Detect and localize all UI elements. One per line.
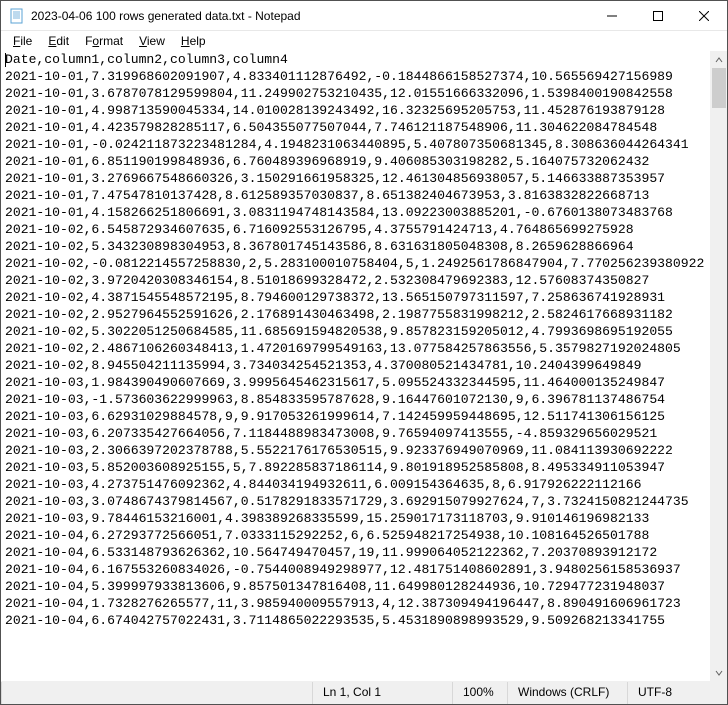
menu-view[interactable]: View: [131, 33, 173, 49]
text-line: 2021-10-01,4.158266251806691,3.083119474…: [5, 204, 706, 221]
text-line: 2021-10-04,6.674042757022431,3.711486502…: [5, 612, 706, 629]
status-zoom: 100%: [452, 682, 507, 704]
text-line: 2021-10-04,6.167553260834026,-0.75440089…: [5, 561, 706, 578]
status-position: Ln 1, Col 1: [312, 682, 452, 704]
text-line: 2021-10-03,2.3066397202378788,5.55221761…: [5, 442, 706, 459]
text-line: 2021-10-02,6.545872934607635,6.716092553…: [5, 221, 706, 238]
chevron-down-icon: [715, 669, 723, 677]
text-line: 2021-10-03,6.207335427664056,7.118448898…: [5, 425, 706, 442]
minimize-icon: [607, 11, 617, 21]
scroll-thumb[interactable]: [712, 68, 726, 108]
window-title: 2023-04-06 100 rows generated data.txt -…: [31, 9, 301, 23]
statusbar: Ln 1, Col 1 100% Windows (CRLF) UTF-8: [1, 681, 727, 704]
text-editor[interactable]: Date,column1,column2,column3,column42021…: [1, 51, 710, 681]
menu-help[interactable]: Help: [173, 33, 214, 49]
text-line: 2021-10-01,6.851190199848936,6.760489396…: [5, 153, 706, 170]
status-line-ending: Windows (CRLF): [507, 682, 627, 704]
text-line: 2021-10-04,1.7328276265577,11,3.98594000…: [5, 595, 706, 612]
text-line: 2021-10-02,4.3871545548572195,8.79460012…: [5, 289, 706, 306]
menubar: File Edit Format View Help: [1, 31, 727, 51]
text-line: 2021-10-04,5.399997933813606,9.857501347…: [5, 578, 706, 595]
text-line: 2021-10-01,7.47547810137428,8.6125893570…: [5, 187, 706, 204]
text-line: 2021-10-03,6.62931029884578,9,9.91705326…: [5, 408, 706, 425]
text-line: 2021-10-02,2.4867106260348413,1.47201697…: [5, 340, 706, 357]
notepad-window: 2023-04-06 100 rows generated data.txt -…: [0, 0, 728, 705]
text-line: 2021-10-02,5.343230898304953,8.367801745…: [5, 238, 706, 255]
text-line: 2021-10-03,5.852003608925155,5,7.8922858…: [5, 459, 706, 476]
text-line: 2021-10-03,9.78446153216001,4.3983892683…: [5, 510, 706, 527]
scroll-down-button[interactable]: [711, 664, 727, 681]
menu-edit[interactable]: Edit: [40, 33, 77, 49]
maximize-icon: [653, 11, 663, 21]
menu-file[interactable]: File: [5, 33, 40, 49]
text-line: 2021-10-01,7.319968602091907,4.833401112…: [5, 68, 706, 85]
text-line: 2021-10-01,3.2769667548660326,3.15029166…: [5, 170, 706, 187]
menu-format[interactable]: Format: [77, 33, 131, 49]
text-line: 2021-10-04,6.533148793626362,10.56474947…: [5, 544, 706, 561]
text-line: 2021-10-04,6.27293772566051,7.0333115292…: [5, 527, 706, 544]
text-line: 2021-10-02,2.9527964552591626,2.17689143…: [5, 306, 706, 323]
scroll-up-button[interactable]: [711, 51, 727, 68]
notepad-icon: [9, 8, 25, 24]
vertical-scrollbar[interactable]: [710, 51, 727, 681]
text-line: 2021-10-03,3.0748674379814567,0.51782918…: [5, 493, 706, 510]
text-line: 2021-10-03,-1.573603622999963,8.85483359…: [5, 391, 706, 408]
text-line: 2021-10-01,4.423579828285117,6.504355077…: [5, 119, 706, 136]
text-line: 2021-10-02,5.3022051250684585,11.6856915…: [5, 323, 706, 340]
text-line: 2021-10-01,-0.024211873223481284,4.19482…: [5, 136, 706, 153]
text-line: 2021-10-03,1.984390490607669,3.999564546…: [5, 374, 706, 391]
content-wrap: Date,column1,column2,column3,column42021…: [1, 51, 727, 681]
titlebar: 2023-04-06 100 rows generated data.txt -…: [1, 1, 727, 31]
status-encoding: UTF-8: [627, 682, 727, 704]
chevron-up-icon: [715, 56, 723, 64]
close-icon: [699, 11, 709, 21]
text-line: 2021-10-01,3.6787078129599804,11.2499027…: [5, 85, 706, 102]
text-line: 2021-10-02,-0.0812214557258830,2,5.28310…: [5, 255, 706, 272]
text-line: Date,column1,column2,column3,column4: [5, 51, 706, 68]
minimize-button[interactable]: [589, 1, 635, 31]
scroll-track[interactable]: [711, 68, 727, 664]
text-line: 2021-10-01,4.998713590045334,14.01002813…: [5, 102, 706, 119]
close-button[interactable]: [681, 1, 727, 31]
maximize-button[interactable]: [635, 1, 681, 31]
text-line: 2021-10-02,8.945504211135994,3.734034254…: [5, 357, 706, 374]
status-empty: [1, 682, 312, 704]
text-line: 2021-10-02,3.9720420308346154,8.51018699…: [5, 272, 706, 289]
text-line: 2021-10-03,4.273751476092362,4.844034194…: [5, 476, 706, 493]
